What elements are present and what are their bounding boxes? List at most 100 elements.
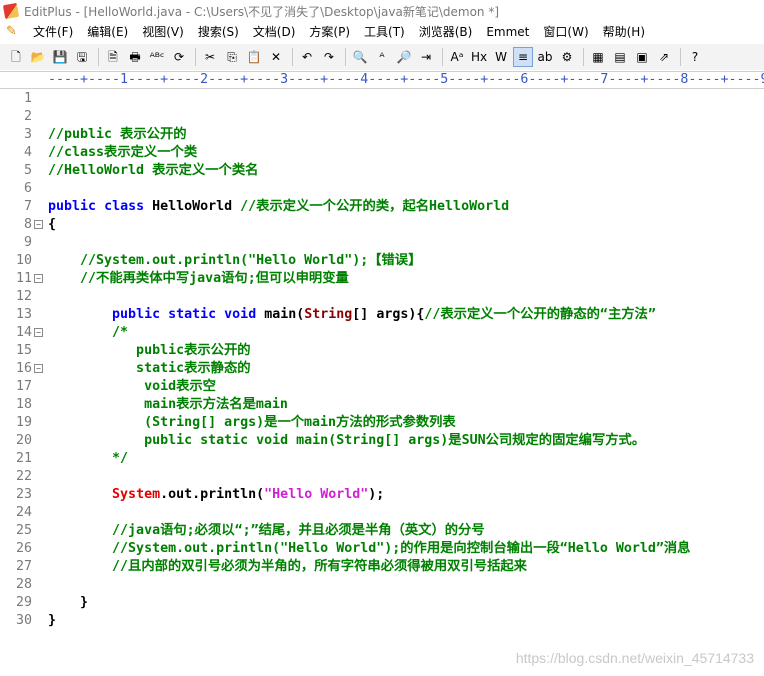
menu-project[interactable]: 方案(P) bbox=[302, 22, 357, 42]
code-text: //class表示定义一个类 bbox=[48, 144, 197, 162]
delete-icon[interactable]: ✕ bbox=[266, 47, 286, 67]
code-line[interactable]: 16− static表示静态的 bbox=[0, 360, 764, 378]
code-line[interactable]: 4 //class表示定义一个类 bbox=[0, 144, 764, 162]
code-line[interactable]: 23 System.out.println("Hello World"); bbox=[0, 486, 764, 504]
code-line[interactable]: 5 //HelloWorld 表示定义一个类名 bbox=[0, 162, 764, 180]
code-line[interactable]: 22 bbox=[0, 468, 764, 486]
menu-emmet[interactable]: Emmet bbox=[479, 22, 536, 42]
fold-toggle-icon[interactable]: − bbox=[34, 274, 43, 283]
align-icon[interactable]: ≡ bbox=[513, 47, 533, 67]
code-line[interactable]: 9 bbox=[0, 234, 764, 252]
word-wrap-icon[interactable]: W bbox=[491, 47, 511, 67]
editplus-logo-icon bbox=[2, 2, 20, 20]
fold-toggle-icon[interactable]: − bbox=[34, 364, 43, 373]
code-token: //不能再类体中写java语句;但可以申明变量 bbox=[48, 271, 349, 286]
cut-icon[interactable]: ✂ bbox=[200, 47, 220, 67]
print-preview-icon[interactable]: 🗎 bbox=[103, 47, 123, 67]
fold-toggle-icon[interactable]: − bbox=[34, 328, 43, 337]
code-text: { bbox=[48, 216, 56, 234]
code-text: //System.out.println("Hello World");的作用是… bbox=[48, 540, 690, 558]
code-line[interactable]: 6 bbox=[0, 180, 764, 198]
code-line[interactable]: 28 bbox=[0, 576, 764, 594]
html-toolbar-icon[interactable]: ▣ bbox=[632, 47, 652, 67]
code-line[interactable]: 8−{ bbox=[0, 216, 764, 234]
code-line[interactable]: 27 //且内部的双引号必须为半角的，所有字符串必须得被用双引号括起来 bbox=[0, 558, 764, 576]
hx-icon[interactable]: Hx bbox=[469, 47, 489, 67]
refresh-icon[interactable]: ⟳ bbox=[169, 47, 189, 67]
code-line[interactable]: 25 //java语句;必须以“;”结尾，并且必须是半角（英文）的分号 bbox=[0, 522, 764, 540]
save-icon[interactable]: 💾 bbox=[50, 47, 70, 67]
code-line[interactable]: 26 //System.out.println("Hello World");的… bbox=[0, 540, 764, 558]
settings-icon[interactable]: ⚙ bbox=[557, 47, 577, 67]
code-line[interactable]: 11− //不能再类体中写java语句;但可以申明变量 bbox=[0, 270, 764, 288]
line-number: 4 bbox=[23, 145, 32, 160]
browser-icon[interactable]: ▤ bbox=[610, 47, 630, 67]
code-editor[interactable]: 1 2 3//public 表示公开的 4//class表示定义一个类 5//Hello… bbox=[0, 90, 764, 676]
copy-icon[interactable]: ⎘ bbox=[222, 47, 242, 67]
code-token: .out.println( bbox=[160, 487, 265, 502]
help-icon[interactable]: ? bbox=[685, 47, 705, 67]
code-token: void bbox=[224, 307, 257, 322]
code-line[interactable]: 30} bbox=[0, 612, 764, 630]
menu-file[interactable]: 文件(F) bbox=[26, 22, 80, 42]
code-line[interactable]: 15 public表示公开的 bbox=[0, 342, 764, 360]
code-token: "Hello World" bbox=[264, 487, 369, 502]
font-size-icon[interactable]: Aᵃ bbox=[447, 47, 467, 67]
fold-toggle-icon[interactable]: − bbox=[34, 220, 43, 229]
menu-document[interactable]: 文档(D) bbox=[246, 22, 303, 42]
code-line[interactable]: 24 bbox=[0, 504, 764, 522]
toolbar-separator bbox=[292, 48, 293, 66]
menu-edit[interactable]: 编辑(E) bbox=[80, 22, 135, 42]
code-text: //HelloWorld 表示定义一个类名 bbox=[48, 162, 258, 180]
external-icon[interactable]: ⇗ bbox=[654, 47, 674, 67]
abc-icon[interactable]: ab bbox=[535, 47, 555, 67]
menu-search[interactable]: 搜索(S) bbox=[191, 22, 246, 42]
code-token: public static void main(String[] args)是S… bbox=[48, 433, 646, 448]
code-line[interactable]: 7 public class HelloWorld //表示定义一个公开的类，起名… bbox=[0, 198, 764, 216]
find-in-files-icon[interactable]: 🔎 bbox=[394, 47, 414, 67]
code-text: /* bbox=[48, 324, 128, 342]
menu-browser[interactable]: 浏览器(B) bbox=[412, 22, 480, 42]
watermark: https://blog.csdn.net/weixin_45714733 bbox=[515, 650, 754, 666]
line-number: 30 bbox=[15, 613, 32, 628]
window-icon[interactable]: ▦ bbox=[588, 47, 608, 67]
goto-icon[interactable]: ⇥ bbox=[416, 47, 436, 67]
code-text: static表示静态的 bbox=[48, 360, 251, 378]
menu-window[interactable]: 窗口(W) bbox=[536, 22, 595, 42]
menu-tools[interactable]: 工具(T) bbox=[357, 22, 412, 42]
code-text: (String[] args)是一个main方法的形式参数列表 bbox=[48, 414, 456, 432]
line-number: 26 bbox=[15, 541, 32, 556]
replace-icon[interactable]: ᴬ bbox=[372, 47, 392, 67]
spellcheck-icon[interactable]: ᴬᴮᶜ bbox=[147, 47, 167, 67]
code-line[interactable]: 17 void表示空 bbox=[0, 378, 764, 396]
code-line[interactable]: 2 bbox=[0, 108, 764, 126]
menu-view[interactable]: 视图(V) bbox=[135, 22, 191, 42]
code-line[interactable]: 18 main表示方法名是main bbox=[0, 396, 764, 414]
code-line[interactable]: 12 bbox=[0, 288, 764, 306]
code-line[interactable]: 19 (String[] args)是一个main方法的形式参数列表 bbox=[0, 414, 764, 432]
find-icon[interactable]: 🔍 bbox=[350, 47, 370, 67]
code-line[interactable]: 14− /* bbox=[0, 324, 764, 342]
code-line[interactable]: 13 public static void main(String[] args… bbox=[0, 306, 764, 324]
menu-help[interactable]: 帮助(H) bbox=[596, 22, 652, 42]
code-line[interactable]: 1 bbox=[0, 90, 764, 108]
code-line[interactable]: 21 */ bbox=[0, 450, 764, 468]
code-text: void表示空 bbox=[48, 378, 216, 396]
undo-icon[interactable]: ↶ bbox=[297, 47, 317, 67]
open-icon[interactable]: 📂 bbox=[28, 47, 48, 67]
code-line[interactable]: 3 //public 表示公开的 bbox=[0, 126, 764, 144]
code-line[interactable]: 10 //System.out.println("Hello World");【… bbox=[0, 252, 764, 270]
code-line[interactable]: 29 } bbox=[0, 594, 764, 612]
code-token: { bbox=[48, 217, 57, 232]
save-all-icon[interactable]: 🖫 bbox=[72, 47, 92, 67]
line-number: 6 bbox=[23, 181, 32, 196]
print-icon[interactable]: 🖶 bbox=[125, 47, 145, 67]
new-file-icon[interactable]: 🗋 bbox=[6, 47, 26, 67]
code-line[interactable]: 20 public static void main(String[] args… bbox=[0, 432, 764, 450]
redo-icon[interactable]: ↷ bbox=[319, 47, 339, 67]
code-text: //System.out.println("Hello World");【错误】 bbox=[48, 252, 421, 270]
paste-icon[interactable]: 📋 bbox=[244, 47, 264, 67]
line-number: 10 bbox=[15, 253, 32, 268]
